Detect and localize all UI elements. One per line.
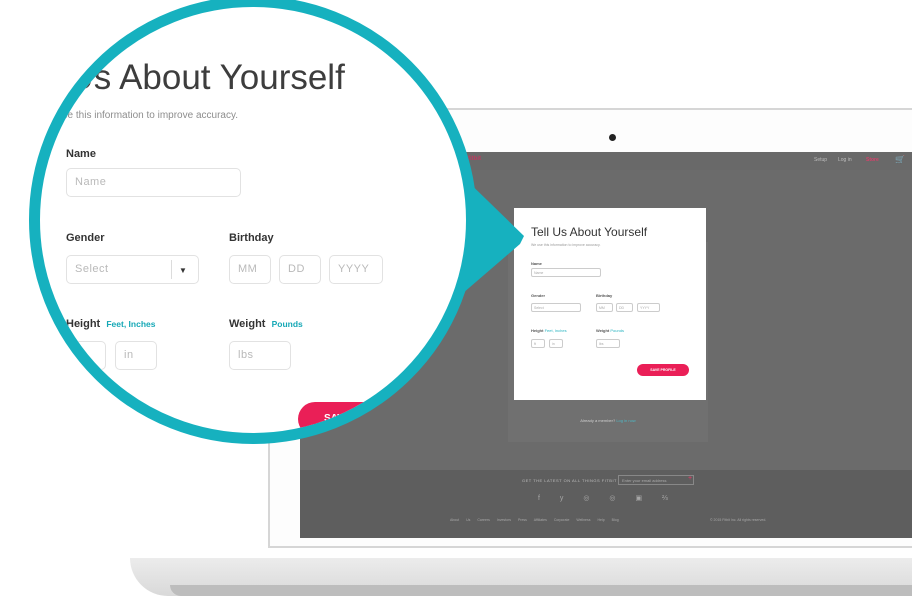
name-input[interactable]: Name [66, 168, 241, 197]
birthday-label: Birthday [229, 232, 274, 244]
weight-unit: Pounds [271, 319, 303, 329]
name-label: Name [66, 148, 96, 160]
magnifier-circle: l Us About Yourself use this information… [29, 0, 477, 444]
day-input[interactable]: DD [279, 255, 321, 284]
month-input[interactable]: MM [229, 255, 271, 284]
inches-input[interactable]: in [115, 341, 157, 370]
weight-input[interactable]: lbs [229, 341, 291, 370]
height-label: Height Feet, Inches [66, 318, 156, 330]
zoomed-subtitle: use this information to improve accuracy… [57, 110, 239, 121]
feet-input[interactable]: ft [66, 341, 106, 370]
height-unit: Feet, Inches [106, 319, 156, 329]
year-input[interactable]: YYYY [329, 255, 383, 284]
chevron-down-icon[interactable]: ▼ [179, 266, 187, 275]
weight-label: Weight Pounds [229, 318, 303, 330]
zoomed-title: l Us About Yourself [51, 58, 345, 97]
select-divider [171, 260, 172, 279]
gender-label: Gender [66, 232, 105, 244]
save-profile-button[interactable]: SAVE PRO [298, 402, 448, 433]
